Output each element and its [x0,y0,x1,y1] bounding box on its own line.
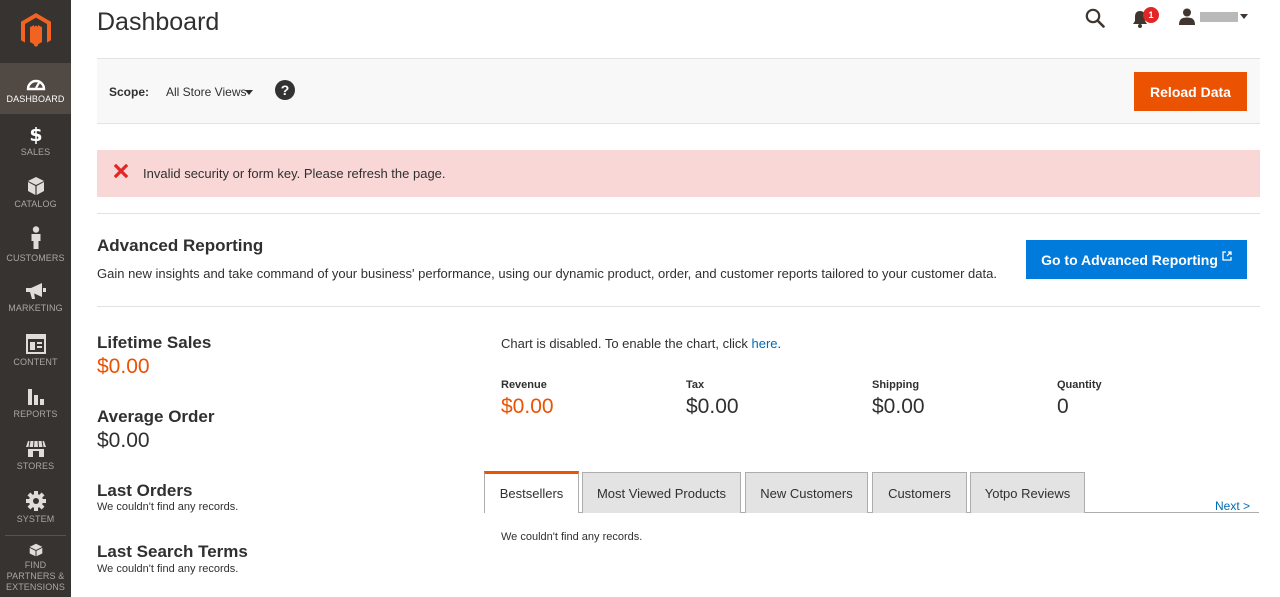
last-search-terms-empty: We couldn't find any records. [97,563,239,575]
go-to-advanced-reporting-button[interactable]: Go to Advanced Reporting [1026,240,1247,279]
revenue-value: $0.00 [501,395,554,418]
sidebar-item-find-partners[interactable]: FIND PARTNERS & EXTENSIONS [0,543,71,593]
help-icon[interactable]: ? [275,80,295,100]
store-icon [25,440,46,457]
sidebar-item-reports[interactable]: REPORTS [0,386,71,432]
scope-toolbar: Scope: All Store Views ? Reload Data [97,58,1260,124]
sidebar-item-label: CATALOG [14,199,57,209]
tab-bestsellers[interactable]: Bestsellers [484,471,579,513]
section-divider [97,213,1260,214]
last-search-terms-title: Last Search Terms [97,542,248,561]
gear-icon [25,491,46,511]
person-icon [31,226,40,249]
sidebar-item-label: FIND PARTNERS & EXTENSIONS [5,560,65,592]
chevron-down-icon[interactable] [1240,14,1248,19]
sidebar-item-stores[interactable]: STORES [0,440,71,486]
tab-yotpo-reviews[interactable]: Yotpo Reviews [970,472,1085,513]
tax-value: $0.00 [686,395,739,418]
sidebar-item-label: SALES [20,147,51,157]
bestsellers-empty: We couldn't find any records. [501,531,643,543]
sidebar-item-label: CONTENT [13,357,58,367]
tax-label: Tax [686,379,705,391]
sidebar-item-label: DASHBOARD [6,94,65,104]
sidebar-item-content[interactable]: CONTENT [0,334,71,380]
advanced-reporting-description: Gain new insights and take command of yo… [97,266,997,281]
extensions-icon [29,543,42,557]
sidebar-item-label: STORES [16,461,55,471]
sidebar-item-system[interactable]: SYSTEM [0,491,71,537]
lifetime-sales-value: $0.00 [97,355,150,378]
shipping-value: $0.00 [872,395,925,418]
magento-logo-icon [20,13,51,47]
tab-customers[interactable]: Customers [872,472,967,513]
magento-logo[interactable] [0,0,71,62]
notification-badge[interactable]: 1 [1143,7,1159,23]
sidebar-item-sales[interactable]: $ SALES [0,124,71,170]
shipping-label: Shipping [872,379,920,391]
average-order-value: $0.00 [97,429,150,452]
revenue-label: Revenue [501,379,547,391]
section-divider [97,306,1260,307]
sidebar-item-customers[interactable]: CUSTOMERS [0,226,71,272]
sidebar-item-label: CUSTOMERS [6,253,65,263]
account-name[interactable] [1200,12,1238,22]
dollar-icon: $ [29,124,42,144]
svg-text:$: $ [29,124,42,144]
error-message: Invalid security or form key. Please ref… [97,150,1260,197]
quantity-value: 0 [1057,395,1069,418]
sidebar-item-label: MARKETING [8,303,63,313]
sidebar-item-label: SYSTEM [16,514,55,524]
external-link-icon [1222,250,1232,261]
quantity-label: Quantity [1057,379,1102,391]
advanced-reporting-title: Advanced Reporting [97,236,264,255]
admin-sidebar: DASHBOARD $ SALES CATALOG CUSTOMERS MARK… [0,0,71,597]
tab-most-viewed-products[interactable]: Most Viewed Products [582,472,741,513]
box-icon [27,177,44,195]
sidebar-item-catalog[interactable]: CATALOG [0,176,71,222]
error-message-text: Invalid security or form key. Please ref… [143,166,446,181]
lifetime-sales-title: Lifetime Sales [97,333,212,352]
average-order-title: Average Order [97,407,215,426]
enable-chart-link[interactable]: here [752,336,778,351]
content-icon [25,334,46,354]
next-link[interactable]: Next > [1215,499,1250,513]
last-orders-empty: We couldn't find any records. [97,501,239,513]
chevron-down-icon[interactable] [245,90,253,95]
user-icon[interactable] [1178,8,1196,25]
bar-chart-icon [27,389,44,405]
store-view-switcher[interactable]: All Store Views [166,85,246,99]
sidebar-item-marketing[interactable]: MARKETING [0,282,71,328]
dashboard-icon [26,79,45,91]
reload-data-button[interactable]: Reload Data [1134,72,1247,111]
search-icon[interactable] [1085,8,1105,28]
chart-note-suffix: . [777,336,782,351]
sidebar-item-dashboard[interactable]: DASHBOARD [0,63,71,114]
page-title: Dashboard [97,8,220,36]
megaphone-icon [25,283,46,299]
sidebar-divider [5,535,66,536]
chart-note-text: Chart is disabled. To enable the chart, … [501,336,752,351]
sidebar-item-label: REPORTS [13,409,58,419]
tab-new-customers[interactable]: New Customers [745,472,868,513]
chart-disabled-note: Chart is disabled. To enable the chart, … [501,336,781,351]
error-x-icon [114,164,128,178]
button-label: Go to Advanced Reporting [1041,251,1218,268]
scope-label: Scope: [109,85,150,99]
last-orders-title: Last Orders [97,481,193,500]
